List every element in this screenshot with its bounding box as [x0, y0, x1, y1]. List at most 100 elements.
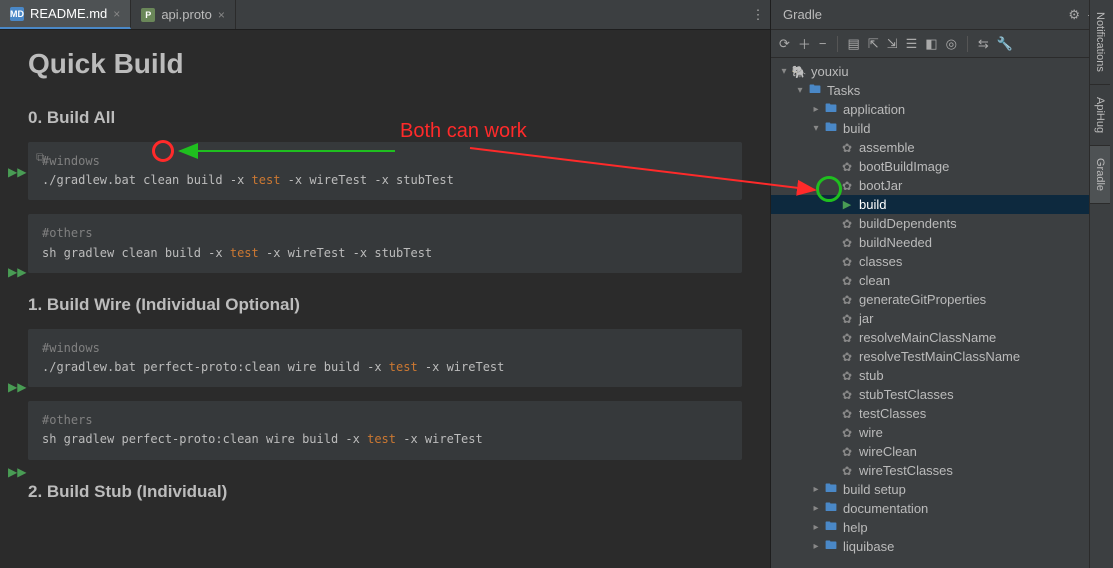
gradle-task-bootBuildImage[interactable]: ✿ bootBuildImage [771, 157, 1113, 176]
add-icon[interactable]: ＋ [798, 34, 811, 53]
gradle-task-clean[interactable]: ✿ clean [771, 271, 1113, 290]
run-icon: ▶ [839, 198, 855, 211]
settings-icon[interactable]: ⇆ [978, 36, 989, 52]
tree-label: bootJar [859, 178, 902, 193]
refresh-icon[interactable]: ⟳ [779, 36, 790, 52]
tree-build-setup[interactable]: ▸🖿build setup [771, 480, 1113, 499]
tree-label: classes [859, 254, 902, 269]
tree-label: Tasks [827, 83, 860, 98]
strip-gradle[interactable]: Gradle [1090, 146, 1110, 204]
strip-notifications[interactable]: Notifications [1090, 0, 1110, 85]
gradle-task-stubTestClasses[interactable]: ✿stubTestClasses [771, 385, 1113, 404]
close-icon[interactable]: × [218, 8, 225, 22]
tree-label: clean [859, 273, 890, 288]
code-comment: #others [42, 224, 728, 243]
tree-arrow-icon: ▾ [809, 123, 823, 134]
code-block: ⧉ #windows ./gradlew.bat clean build -x … [28, 142, 742, 200]
gradle-task-wireClean[interactable]: ✿wireClean [771, 442, 1113, 461]
gear-icon: ✿ [839, 331, 855, 345]
gradle-task-buildNeeded[interactable]: ✿buildNeeded [771, 233, 1113, 252]
gradle-task-generateGitProperties[interactable]: ✿ generateGitProperties [771, 290, 1113, 309]
tree-label: bootBuildImage [859, 159, 949, 174]
gradle-task-jar[interactable]: ✿ jar [771, 309, 1113, 328]
tree-arrow-icon: ▸ [809, 522, 823, 533]
tree-label: buildDependents [859, 216, 957, 231]
gear-icon: ✿ [839, 464, 855, 478]
tree-label: generateGitProperties [859, 292, 986, 307]
remove-icon[interactable]: − [819, 36, 827, 51]
tab-api-proto[interactable]: P api.proto × [131, 0, 236, 29]
run-gutter-icon[interactable]: ▶▶ [8, 465, 26, 479]
dependencies-icon[interactable]: ◧ [925, 36, 937, 52]
tree-application[interactable]: ▸🖿application [771, 100, 1113, 119]
tree-build-folder[interactable]: ▾🖿 build [771, 119, 1113, 138]
tree-label: youxiu [811, 64, 849, 79]
gradle-toolbar: ⟳ ＋ − ▤ ⇱ ⇲ ☰ ◧ ◎ ⇆ 🔧 [771, 30, 1113, 58]
gradle-tree[interactable]: ▾🐘youxiu▾🖿Tasks▸🖿application▾🖿build✿asse… [771, 58, 1113, 568]
tree-label: testClasses [859, 406, 926, 421]
run-gutter-icon[interactable]: ▶▶ [8, 265, 26, 279]
collapse-all-icon[interactable]: ⇱ [868, 36, 879, 52]
gear-icon: ✿ [839, 293, 855, 307]
gradle-task-classes[interactable]: ✿classes [771, 252, 1113, 271]
tab-more-icon[interactable]: ⋮ [746, 0, 770, 29]
proto-icon: P [141, 8, 155, 22]
gear-icon[interactable]: ⚙ [1068, 7, 1080, 23]
gradle-task-resolveMainClassName[interactable]: ✿resolveMainClassName [771, 328, 1113, 347]
folder-icon: 🖿 [823, 479, 839, 500]
editor-content: Quick Build 0. Build All ⧉ #windows ./gr… [0, 30, 770, 568]
code-comment: #windows [42, 339, 728, 358]
gear-icon: ✿ [839, 312, 855, 326]
tree-liquibase[interactable]: ▸🖿liquibase [771, 537, 1113, 556]
gear-icon: ✿ [839, 141, 855, 155]
code-comment: #windows [42, 152, 728, 171]
analyze-icon[interactable]: ◎ [946, 36, 957, 52]
gradle-task-stub[interactable]: ✿stub [771, 366, 1113, 385]
gradle-task-build[interactable]: ▶ build [771, 195, 1113, 214]
folder-icon: 🖿 [823, 118, 839, 139]
tree-label: wire [859, 425, 883, 440]
gear-icon: ✿ [839, 407, 855, 421]
tab-readme[interactable]: MD README.md × [0, 0, 131, 29]
run-gutter-icon[interactable]: ▶▶ [8, 165, 26, 179]
tree-label: build [843, 121, 870, 136]
tree-icon[interactable]: ☰ [906, 36, 918, 52]
gear-icon: ✿ [839, 160, 855, 174]
gradle-task-wireTestClasses[interactable]: ✿ wireTestClasses [771, 461, 1113, 480]
gradle-task-wire[interactable]: ✿wire [771, 423, 1113, 442]
tree-label: wireTestClasses [859, 463, 953, 478]
gradle-task-assemble[interactable]: ✿ assemble [771, 138, 1113, 157]
elephant-icon: 🐘 [791, 65, 807, 79]
code-block: #others sh gradlew clean build -x test -… [28, 214, 742, 272]
copy-icon[interactable]: ⧉ [36, 148, 45, 167]
tree-label: liquibase [843, 539, 894, 554]
tree-arrow-icon: ▾ [793, 85, 807, 96]
section-heading: 2. Build Stub (Individual) [28, 482, 742, 502]
tree-arrow-icon: ▾ [777, 66, 791, 77]
folder-icon: 🖿 [807, 80, 823, 101]
wrench-icon[interactable]: 🔧 [997, 36, 1013, 52]
gradle-task-buildDependents[interactable]: ✿buildDependents [771, 214, 1113, 233]
tree-label: help [843, 520, 868, 535]
gear-icon: ✿ [839, 274, 855, 288]
gradle-task-testClasses[interactable]: ✿ testClasses [771, 404, 1113, 423]
run-gutter-icon[interactable]: ▶▶ [8, 380, 26, 394]
gradle-panel-header: Gradle ⚙ — [771, 0, 1113, 30]
tree-label: application [843, 102, 905, 117]
expand-all-icon[interactable]: ▤ [848, 36, 860, 52]
tree-label: assemble [859, 140, 915, 155]
tree-documentation[interactable]: ▸🖿documentation [771, 499, 1113, 518]
strip-apihug[interactable]: ApiHug [1090, 85, 1110, 146]
tree-label: build [859, 197, 886, 212]
tree-label: jar [859, 311, 873, 326]
close-icon[interactable]: × [113, 7, 120, 21]
code-line: ./gradlew.bat perfect-proto:clean wire b… [42, 358, 728, 377]
gradle-task-resolveTestMainClassName[interactable]: ✿resolveTestMainClassName [771, 347, 1113, 366]
folder-icon: 🖿 [823, 99, 839, 120]
tree-help[interactable]: ▸🖿help [771, 518, 1113, 537]
gear-icon: ✿ [839, 388, 855, 402]
gradle-task-bootJar[interactable]: ✿bootJar [771, 176, 1113, 195]
tree-root[interactable]: ▾🐘 youxiu [771, 62, 1113, 81]
tree-icon[interactable]: ⇲ [887, 36, 898, 52]
tree-tasks[interactable]: ▾🖿 Tasks [771, 81, 1113, 100]
